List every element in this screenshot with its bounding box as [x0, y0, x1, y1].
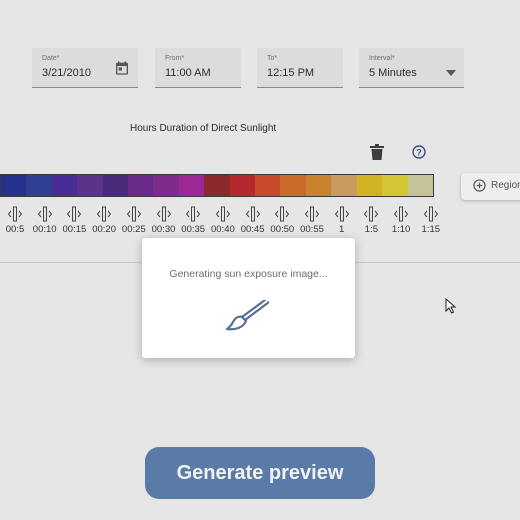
trash-icon[interactable] — [370, 144, 384, 165]
to-value: 12:15 PM — [267, 67, 315, 79]
color-swatch — [1, 175, 27, 196]
color-swatch — [382, 175, 408, 196]
tick-label: 00:45 — [240, 224, 265, 235]
interval-label: Interval* — [369, 55, 395, 62]
tick-label: 00:25 — [121, 224, 146, 235]
interval-value: 5 Minutes — [369, 67, 417, 79]
tick-label: 00:15 — [62, 224, 87, 235]
tick-label: 1:5 — [364, 224, 378, 235]
color-swatch — [204, 175, 230, 196]
color-swatch — [356, 175, 383, 196]
tick-label: 00:35 — [181, 224, 206, 235]
date-value: 3/21/2010 — [42, 67, 91, 79]
tick-label: 00:20 — [92, 224, 116, 235]
tick-label: 00:40 — [211, 224, 235, 235]
date-field[interactable]: Date* 3/21/2010 — [32, 48, 138, 88]
calendar-icon[interactable] — [114, 60, 130, 81]
color-swatch — [280, 175, 306, 196]
color-swatch — [255, 175, 281, 196]
color-swatch — [331, 175, 357, 196]
mouse-cursor-icon — [445, 297, 457, 319]
tick-label: 00:5 — [5, 224, 25, 235]
svg-text:?: ? — [416, 148, 422, 158]
to-label: To* — [267, 55, 278, 62]
color-swatch — [305, 175, 332, 196]
progress-message: Generating sun exposure image... — [169, 268, 328, 280]
dropdown-arrow-icon[interactable] — [446, 63, 456, 81]
color-swatch — [153, 175, 179, 196]
region-button-label: Region — [491, 180, 520, 191]
tick-label: 00:30 — [151, 224, 176, 235]
color-swatch — [178, 175, 205, 196]
generate-preview-button[interactable]: Generate preview — [145, 447, 375, 499]
from-time-field[interactable]: From* 11:00 AM — [155, 48, 241, 88]
color-swatch — [229, 175, 256, 196]
tick-label: 1 — [339, 224, 345, 235]
help-circle-icon[interactable]: ? — [412, 145, 426, 164]
date-label: Date* — [42, 55, 60, 62]
legend-title: Hours Duration of Direct Sunlight — [130, 123, 277, 134]
color-swatch — [77, 175, 103, 196]
add-region-button[interactable]: Region — [461, 173, 520, 200]
tick-label: 00:50 — [270, 224, 295, 235]
tick-label: 00:10 — [32, 224, 57, 235]
tick-label: 00:55 — [300, 224, 324, 235]
tick-label: 1:15 — [421, 224, 441, 235]
paint-brush-icon — [225, 298, 271, 339]
tick-label: 1:10 — [391, 224, 411, 235]
color-swatch — [26, 175, 52, 196]
color-swatch — [407, 175, 433, 196]
plus-circle-icon — [473, 179, 486, 197]
to-time-field[interactable]: To* 12:15 PM — [257, 48, 343, 88]
duration-color-scale — [0, 174, 434, 197]
interval-select[interactable]: Interval* 5 Minutes — [359, 48, 464, 88]
progress-dialog: Generating sun exposure image... — [142, 238, 355, 358]
color-swatch — [51, 175, 78, 196]
color-swatch — [102, 175, 129, 196]
color-swatch — [128, 175, 154, 196]
from-label: From* — [165, 55, 185, 62]
from-value: 11:00 AM — [165, 67, 211, 79]
